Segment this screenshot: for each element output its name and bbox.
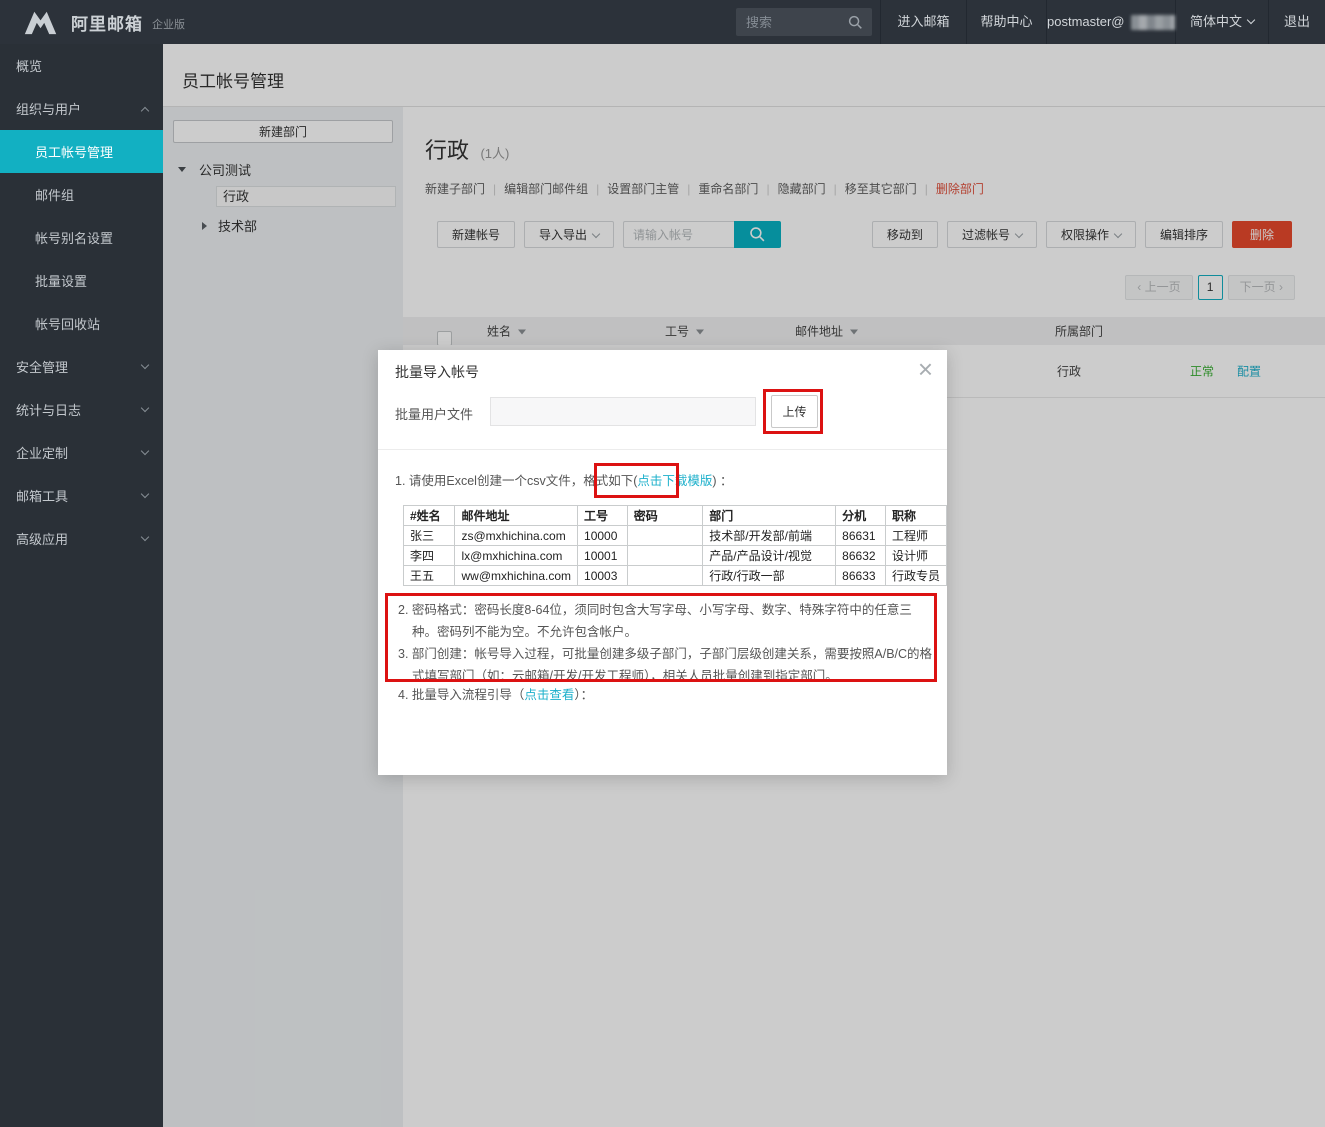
language-selector[interactable]: 简体中文 xyxy=(1175,0,1268,44)
sidebar-item-org-users[interactable]: 组织与用户 xyxy=(0,87,163,130)
brand: 阿里邮箱 企业版 xyxy=(24,0,185,44)
sidebar-label: 组织与用户 xyxy=(16,99,81,118)
csv-cell: 技术部/开发部/前端 xyxy=(703,526,836,546)
csv-cell: 工号 xyxy=(578,506,628,526)
sidebar: 概览 组织与用户 员工帐号管理 邮件组 帐号别名设置 批量设置 帐号回收站 安全… xyxy=(0,44,163,1127)
instruction-3: 3. 部门创建：帐号导入过程，可批量创建多级子部门，子部门层级创建关系，需要按照… xyxy=(398,643,936,687)
chevron-up-icon xyxy=(141,106,149,114)
sidebar-label: 邮箱工具 xyxy=(16,486,68,505)
download-template-link[interactable]: 点击下载模版 xyxy=(637,474,712,488)
sidebar-item-account-recycle[interactable]: 帐号回收站 xyxy=(0,302,163,345)
csv-cell: 王五 xyxy=(404,566,455,586)
csv-cell xyxy=(627,566,703,586)
sidebar-label: 帐号回收站 xyxy=(35,314,100,333)
csv-cell: #姓名 xyxy=(404,506,455,526)
language-label: 简体中文 xyxy=(1190,0,1242,44)
csv-cell: 邮件地址 xyxy=(455,506,578,526)
account-name: postmaster@ xyxy=(1047,0,1125,44)
sidebar-label: 高级应用 xyxy=(16,529,68,548)
instruction-text: 4. 批量导入流程引导（ xyxy=(398,688,524,702)
csv-template-table: #姓名邮件地址工号密码部门分机职称张三zs@mxhichina.com10000… xyxy=(403,505,947,586)
csv-cell: 行政专员 xyxy=(885,566,946,586)
sidebar-item-stats-logs[interactable]: 统计与日志 xyxy=(0,388,163,431)
sidebar-item-employee-accounts[interactable]: 员工帐号管理 xyxy=(0,130,163,173)
csv-cell: zs@mxhichina.com xyxy=(455,526,578,546)
chevron-down-icon xyxy=(141,489,149,497)
help-center-link[interactable]: 帮助中心 xyxy=(966,0,1046,44)
sidebar-label: 概览 xyxy=(16,56,42,75)
chevron-down-icon xyxy=(141,403,149,411)
file-path-field[interactable] xyxy=(490,397,756,426)
app-window: 阿里邮箱 企业版 进入邮箱 帮助中心 postmaster@ 简体中文 退出 xyxy=(0,0,1325,1127)
csv-cell: 86632 xyxy=(836,546,886,566)
sidebar-label: 帐号别名设置 xyxy=(35,228,113,247)
brand-edition-badge: 企业版 xyxy=(152,16,185,32)
sidebar-item-overview[interactable]: 概览 xyxy=(0,44,163,87)
chevron-down-icon xyxy=(141,446,149,454)
csv-cell xyxy=(627,526,703,546)
logout-link[interactable]: 退出 xyxy=(1268,0,1325,44)
csv-cell: 密码 xyxy=(627,506,703,526)
brand-name: 阿里邮箱 xyxy=(71,10,143,35)
instruction-2: 2. 密码格式：密码长度8-64位，须同时包含大写字母、小写字母、数字、特殊字符… xyxy=(398,599,936,643)
sidebar-item-mail-tools[interactable]: 邮箱工具 xyxy=(0,474,163,517)
csv-cell: 10001 xyxy=(578,546,628,566)
csv-cell: 职称 xyxy=(885,506,946,526)
instruction-4: 4. 批量导入流程引导（点击查看）： xyxy=(398,684,593,703)
sidebar-label: 统计与日志 xyxy=(16,400,81,419)
sidebar-label: 安全管理 xyxy=(16,357,68,376)
file-field-label: 批量用户文件 xyxy=(395,404,473,423)
sidebar-label: 员工帐号管理 xyxy=(35,142,113,161)
csv-cell: lx@mxhichina.com xyxy=(455,546,578,566)
sidebar-item-account-alias[interactable]: 帐号别名设置 xyxy=(0,216,163,259)
account-domain-redacted xyxy=(1131,15,1176,30)
account-menu[interactable]: postmaster@ xyxy=(1046,0,1175,44)
csv-cell: 86631 xyxy=(836,526,886,546)
csv-cell: 行政/行政一部 xyxy=(703,566,836,586)
logout-label: 退出 xyxy=(1284,0,1310,44)
topbar: 阿里邮箱 企业版 进入邮箱 帮助中心 postmaster@ 简体中文 退出 xyxy=(0,0,1325,44)
csv-cell: 设计师 xyxy=(885,546,946,566)
csv-cell: 李四 xyxy=(404,546,455,566)
upload-button[interactable]: 上传 xyxy=(771,395,818,428)
brand-logo-icon xyxy=(24,10,62,35)
sidebar-item-security[interactable]: 安全管理 xyxy=(0,345,163,388)
csv-cell: ww@mxhichina.com xyxy=(455,566,578,586)
instruction-text: 1. 请使用Excel创建一个csv文件，格式如下( xyxy=(395,474,637,488)
help-center-label: 帮助中心 xyxy=(980,0,1032,44)
sidebar-label: 批量设置 xyxy=(35,271,87,290)
sidebar-label: 邮件组 xyxy=(35,185,74,204)
batch-import-modal: 批量导入帐号 × 批量用户文件 上传 1. 请使用Excel创建一个csv文件，… xyxy=(378,350,947,775)
sidebar-item-mail-groups[interactable]: 邮件组 xyxy=(0,173,163,216)
instruction-text: ）： xyxy=(574,688,593,702)
csv-cell: 产品/产品设计/视觉 xyxy=(703,546,836,566)
csv-cell: 工程师 xyxy=(885,526,946,546)
topbar-right: 进入邮箱 帮助中心 postmaster@ 简体中文 退出 xyxy=(736,0,1325,44)
csv-cell xyxy=(627,546,703,566)
csv-cell: 分机 xyxy=(836,506,886,526)
close-icon[interactable]: × xyxy=(918,354,933,385)
chevron-down-icon xyxy=(141,532,149,540)
enter-mailbox-link[interactable]: 进入邮箱 xyxy=(880,0,966,44)
sidebar-label: 企业定制 xyxy=(16,443,68,462)
instruction-1: 1. 请使用Excel创建一个csv文件，格式如下(点击下载模版) ： xyxy=(395,470,733,489)
instructions-2-3: 2. 密码格式：密码长度8-64位，须同时包含大写字母、小写字母、数字、特殊字符… xyxy=(398,599,936,687)
csv-cell: 张三 xyxy=(404,526,455,546)
search-icon[interactable] xyxy=(848,15,863,30)
csv-cell: 86633 xyxy=(836,566,886,586)
sidebar-item-advanced-apps[interactable]: 高级应用 xyxy=(0,517,163,560)
topbar-search xyxy=(736,8,872,36)
sidebar-item-batch-settings[interactable]: 批量设置 xyxy=(0,259,163,302)
modal-title: 批量导入帐号 xyxy=(395,362,479,382)
csv-cell: 部门 xyxy=(703,506,836,526)
view-guide-link[interactable]: 点击查看 xyxy=(524,688,574,702)
csv-cell: 10000 xyxy=(578,526,628,546)
chevron-down-icon xyxy=(1247,16,1255,24)
instruction-text: ) ： xyxy=(712,474,732,488)
sidebar-item-enterprise-custom[interactable]: 企业定制 xyxy=(0,431,163,474)
chevron-down-icon xyxy=(141,360,149,368)
divider xyxy=(378,449,947,450)
enter-mailbox-label: 进入邮箱 xyxy=(897,0,949,44)
csv-cell: 10003 xyxy=(578,566,628,586)
